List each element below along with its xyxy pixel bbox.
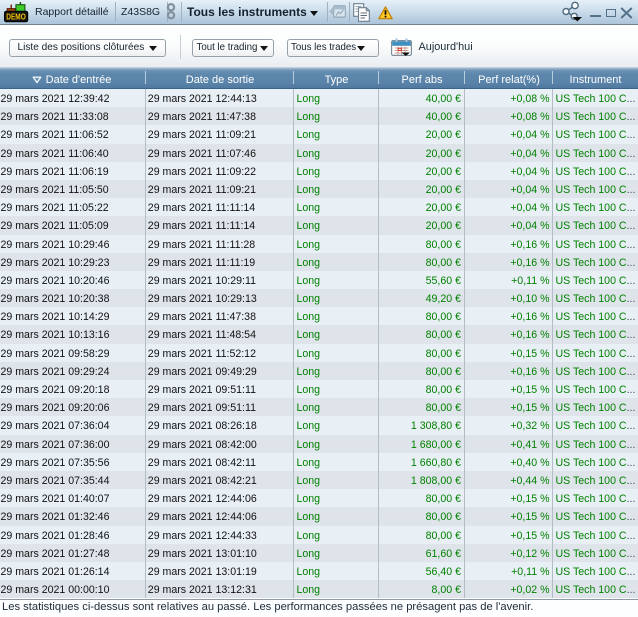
svg-text:DEMO: DEMO — [6, 12, 26, 22]
